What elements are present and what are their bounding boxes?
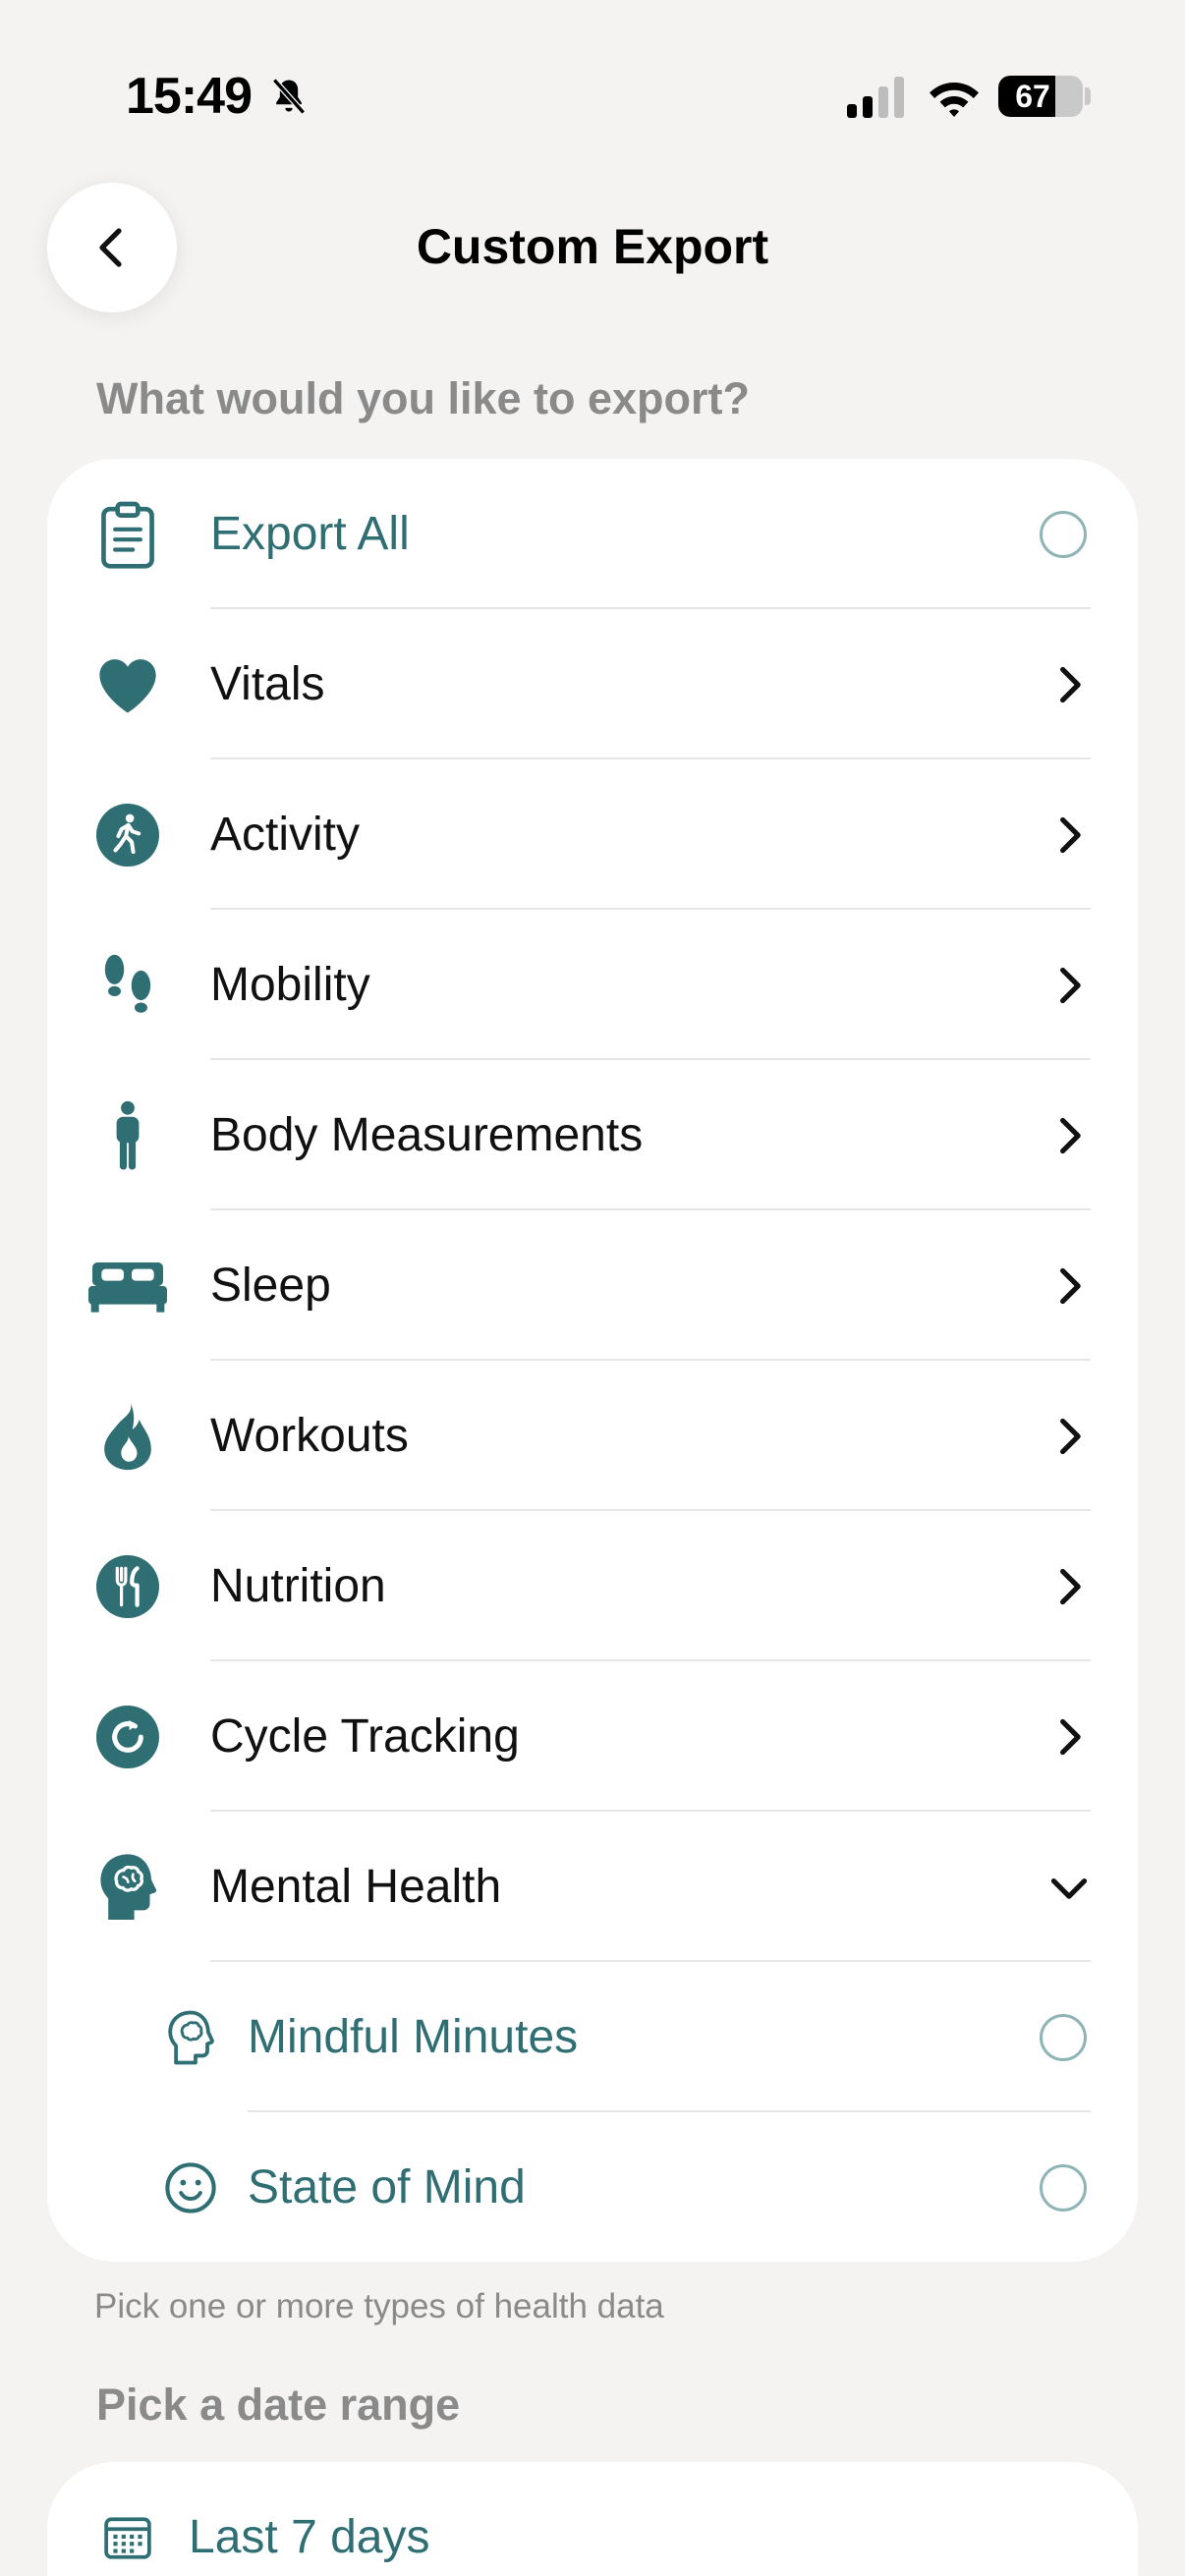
- category-label: Nutrition: [210, 1560, 386, 1612]
- walking-icon: [91, 799, 164, 871]
- date-range-label: Last 7 days: [189, 2511, 430, 2563]
- date-section-heading: Pick a date range: [96, 2380, 461, 2430]
- chevron-down-icon: [1050, 1878, 1088, 1899]
- category-label: Body Measurements: [210, 1109, 644, 1161]
- clipboard-icon: [91, 498, 164, 571]
- bell-slash-icon: [272, 78, 306, 115]
- export-all-label: Export All: [210, 508, 410, 560]
- category-label: Workouts: [210, 1410, 409, 1462]
- export-section-heading: What would you like to export?: [96, 373, 751, 423]
- calendar-icon: [100, 2501, 155, 2574]
- status-time: 15:49: [126, 68, 253, 125]
- chevron-right-icon: [1060, 967, 1081, 1004]
- flame-icon: [91, 1400, 164, 1473]
- category-row-mental-health[interactable]: Mental Health: [47, 1812, 1138, 1962]
- chevron-right-icon: [1060, 1267, 1081, 1305]
- export-all-radio[interactable]: [1040, 511, 1087, 558]
- battery-cap: [1085, 87, 1091, 105]
- category-row-sleep[interactable]: Sleep: [47, 1210, 1138, 1361]
- chevron-right-icon: [1060, 666, 1081, 703]
- category-label: Activity: [210, 809, 361, 861]
- category-label: Cycle Tracking: [210, 1710, 520, 1763]
- subcategory-row-mindful-minutes[interactable]: Mindful Minutes: [47, 1962, 1138, 2112]
- category-row-mobility[interactable]: Mobility: [47, 910, 1138, 1060]
- category-label: Mental Health: [210, 1861, 502, 1913]
- chevron-right-icon: [1060, 1418, 1081, 1455]
- smiley-icon: [161, 2152, 220, 2224]
- battery-indicator: 67: [998, 76, 1083, 117]
- chevron-right-icon: [1060, 1718, 1081, 1756]
- mindful-head-icon: [161, 2001, 220, 2074]
- category-row-cycle-tracking[interactable]: Cycle Tracking: [47, 1661, 1138, 1812]
- category-label: Sleep: [210, 1260, 331, 1312]
- export-types-card: Export All Vitals Activity Mobility Body…: [47, 459, 1138, 2262]
- cellular-signal-icon: [847, 77, 904, 118]
- chevron-right-icon: [1060, 1117, 1081, 1154]
- bed-icon: [86, 1250, 169, 1322]
- page-title: Custom Export: [416, 219, 769, 274]
- fork-knife-icon: [91, 1550, 164, 1623]
- subcategory-label: Mindful Minutes: [248, 2011, 579, 2063]
- subcategory-label: State of Mind: [248, 2161, 526, 2213]
- category-row-activity[interactable]: Activity: [47, 759, 1138, 910]
- category-row-body-measurements[interactable]: Body Measurements: [47, 1060, 1138, 1210]
- chevron-right-icon: [1060, 1568, 1081, 1605]
- mindful-minutes-radio[interactable]: [1040, 2014, 1087, 2061]
- subcategory-row-state-of-mind[interactable]: State of Mind: [47, 2112, 1138, 2263]
- status-bar: 15:49 67: [0, 0, 1185, 187]
- heart-icon: [91, 648, 164, 721]
- battery-percentage: 67: [1015, 79, 1050, 114]
- state-of-mind-radio[interactable]: [1040, 2164, 1087, 2212]
- date-range-card: Last 7 days: [47, 2462, 1138, 2576]
- date-range-row-last-7-days[interactable]: Last 7 days: [47, 2462, 1138, 2576]
- category-row-nutrition[interactable]: Nutrition: [47, 1511, 1138, 1661]
- export-section-footnote: Pick one or more types of health data: [94, 2287, 664, 2325]
- wifi-icon: [930, 83, 979, 117]
- chevron-right-icon: [1060, 816, 1081, 854]
- export-all-row[interactable]: Export All: [47, 459, 1138, 609]
- person-icon: [91, 1099, 164, 1172]
- category-row-workouts[interactable]: Workouts: [47, 1361, 1138, 1511]
- category-label: Mobility: [210, 959, 370, 1011]
- category-label: Vitals: [210, 658, 325, 710]
- brain-head-icon: [91, 1851, 164, 1924]
- category-row-vitals[interactable]: Vitals: [47, 609, 1138, 759]
- footprints-icon: [91, 949, 164, 1022]
- cycle-icon: [91, 1701, 164, 1773]
